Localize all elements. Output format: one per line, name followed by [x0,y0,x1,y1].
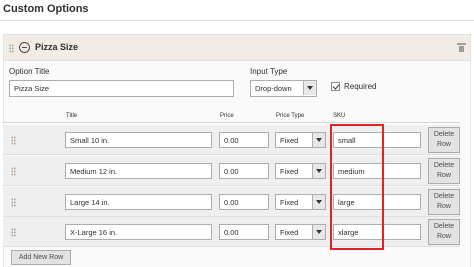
col-header-price-type: Price Type [276,113,305,119]
delete-row-label: Row [436,233,451,240]
input-type-value: Drop-down [255,84,292,93]
section-divider [0,20,474,21]
drag-handle-icon[interactable] [11,167,16,176]
table-row: Large 14 in. 0.00 Fixed large Delete Row [3,187,460,217]
delete-row-button[interactable]: Delete Row [428,189,460,215]
delete-row-label: Delete [433,193,455,200]
add-new-row-button[interactable]: Add New Row [11,250,71,265]
row-title-input[interactable]: X-Large 16 in. [65,224,212,240]
drag-handle-icon[interactable] [11,136,16,145]
section-title: Custom Options [3,3,89,15]
option-title-label: Option Title [9,67,50,76]
row-price-type-select[interactable]: Fixed [275,163,326,179]
row-title-input[interactable]: Medium 12 in. [65,163,212,179]
delete-row-label: Row [436,141,451,148]
col-header-title: Title [66,113,78,119]
delete-row-label: Delete [433,162,455,169]
input-type-select[interactable]: Drop-down [250,80,317,97]
row-price-input[interactable]: 0.00 [219,132,269,148]
chevron-down-icon [303,81,316,95]
row-price-input[interactable]: 0.00 [219,163,269,179]
delete-row-label: Row [436,172,451,179]
chevron-down-icon [312,195,325,209]
row-title-input[interactable]: Small 10 in. [65,132,212,148]
chevron-down-icon [312,133,325,147]
delete-row-label: Row [436,203,451,210]
delete-row-button[interactable]: Delete Row [428,219,460,245]
row-price-type-value: Fixed [280,198,299,207]
col-header-price: Price [220,113,234,119]
collapse-icon[interactable] [19,42,30,53]
row-price-input[interactable]: 0.00 [219,224,269,240]
row-price-input[interactable]: 0.00 [219,194,269,210]
row-price-type-value: Fixed [280,228,299,237]
grid-header: Title Price Price Type SKU [3,110,460,123]
trash-icon[interactable] [457,43,466,52]
delete-row-label: Delete [433,131,455,138]
row-title-input[interactable]: Large 14 in. [65,194,212,210]
input-type-label: Input Type [250,67,288,76]
row-price-type-value: Fixed [280,136,299,145]
option-header[interactable]: Pizza Size [4,35,470,61]
col-header-sku: SKU [333,113,346,119]
row-price-type-select[interactable]: Fixed [275,224,326,240]
delete-row-label: Delete [433,223,455,230]
delete-row-button[interactable]: Delete Row [428,158,460,184]
table-row: Small 10 in. 0.00 Fixed small Delete Row [3,125,460,155]
required-label: Required [344,82,377,91]
row-price-type-value: Fixed [280,167,299,176]
chevron-down-icon [312,164,325,178]
required-checkbox[interactable] [331,82,340,91]
row-price-type-select[interactable]: Fixed [275,132,326,148]
drag-handle-icon[interactable] [9,44,14,53]
chevron-down-icon [312,225,325,239]
table-row: X-Large 16 in. 0.00 Fixed xlarge Delete … [3,217,460,247]
sku-highlight-box [330,124,384,250]
values-grid: Title Price Price Type SKU Small 10 in. … [3,110,460,247]
delete-row-button[interactable]: Delete Row [428,127,460,153]
table-row: Medium 12 in. 0.00 Fixed medium Delete R… [3,156,460,186]
option-title-input[interactable]: Pizza Size [9,80,234,97]
option-name: Pizza Size [35,42,79,52]
row-price-type-select[interactable]: Fixed [275,194,326,210]
drag-handle-icon[interactable] [11,198,16,207]
drag-handle-icon[interactable] [11,228,16,237]
